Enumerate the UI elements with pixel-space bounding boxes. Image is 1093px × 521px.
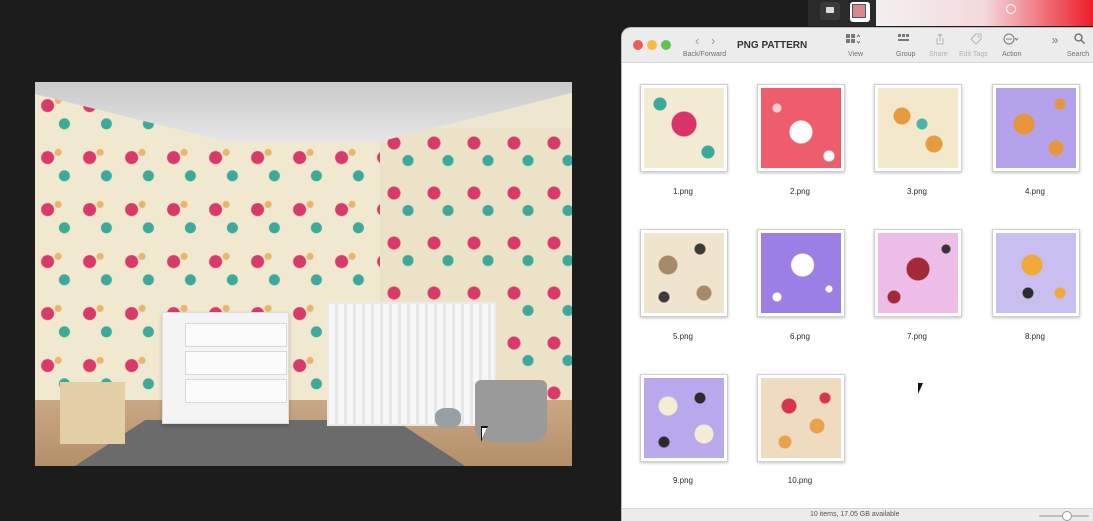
file-name-label[interactable]: 10.png bbox=[757, 476, 843, 485]
file-name-label[interactable]: 1.png bbox=[640, 187, 726, 196]
action-label: Action bbox=[1002, 51, 1022, 58]
pattern-preview-image bbox=[644, 378, 724, 458]
file-thumbnail-9[interactable] bbox=[640, 374, 728, 462]
window-title: PNG PATTERN bbox=[737, 40, 808, 51]
file-name-label[interactable]: 8.png bbox=[992, 332, 1078, 341]
finder-status-bar: 10 items, 17.05 GB available bbox=[622, 508, 1093, 521]
forward-chevron-icon[interactable]: › bbox=[711, 33, 715, 48]
share-icon[interactable] bbox=[933, 33, 947, 45]
pattern-preview-image bbox=[996, 233, 1076, 313]
file-name-label[interactable]: 9.png bbox=[640, 476, 726, 485]
search-icon[interactable] bbox=[1072, 33, 1086, 45]
dresser-drawer bbox=[185, 323, 287, 347]
mouse-cursor-icon bbox=[481, 426, 488, 442]
file-thumbnail-1[interactable] bbox=[640, 84, 728, 172]
view-label: View bbox=[848, 51, 864, 58]
white-crib bbox=[327, 302, 496, 426]
group-label: Group bbox=[896, 51, 916, 58]
pattern-preview-image bbox=[644, 233, 724, 313]
file-thumbnail-3[interactable] bbox=[874, 84, 962, 172]
back-forward-label: Back/Forward bbox=[683, 51, 727, 58]
finder-window: ‹ › Back/Forward PNG PATTERN View Group … bbox=[621, 27, 1093, 521]
file-name-label[interactable]: 6.png bbox=[757, 332, 843, 341]
file-thumbnail-10[interactable] bbox=[757, 374, 845, 462]
pattern-preview-image bbox=[644, 88, 724, 168]
white-dresser bbox=[162, 312, 289, 424]
action-ellipsis-icon[interactable] bbox=[1003, 33, 1019, 45]
group-icon[interactable] bbox=[898, 33, 912, 45]
file-name-label[interactable]: 3.png bbox=[874, 187, 960, 196]
file-name-label[interactable]: 5.png bbox=[640, 332, 726, 341]
file-name-label[interactable]: 4.png bbox=[992, 187, 1078, 196]
file-thumbnail-4[interactable] bbox=[992, 84, 1080, 172]
edit-tags-label: Edit Tags bbox=[959, 51, 988, 58]
more-chevrons-icon[interactable]: » bbox=[1048, 34, 1062, 46]
maximize-window-button[interactable] bbox=[661, 40, 671, 50]
view-grid-icon[interactable] bbox=[846, 33, 861, 45]
finder-toolbar: ‹ › Back/Forward PNG PATTERN View Group … bbox=[622, 28, 1093, 63]
search-label: Search bbox=[1067, 51, 1090, 58]
share-label: Share bbox=[929, 51, 948, 58]
file-thumbnail-7[interactable] bbox=[874, 229, 962, 317]
color-swatch[interactable] bbox=[850, 2, 870, 22]
nursery-mockup-preview bbox=[35, 82, 572, 466]
pattern-preview-image bbox=[761, 233, 841, 313]
pattern-preview-image bbox=[761, 88, 841, 168]
close-window-button[interactable] bbox=[633, 40, 643, 50]
file-thumbnail-8[interactable] bbox=[992, 229, 1080, 317]
pattern-preview-image bbox=[878, 233, 958, 313]
dresser-drawer bbox=[185, 379, 287, 403]
minimize-window-button[interactable] bbox=[647, 40, 657, 50]
pattern-preview-image bbox=[996, 88, 1076, 168]
file-name-label[interactable]: 2.png bbox=[757, 187, 843, 196]
file-thumbnail-2[interactable] bbox=[757, 84, 845, 172]
dresser-drawer bbox=[185, 351, 287, 375]
file-thumbnail-6[interactable] bbox=[757, 229, 845, 317]
finder-mouse-cursor-icon bbox=[918, 383, 923, 394]
color-picker-ramp[interactable] bbox=[876, 0, 1093, 26]
file-icon-grid: 1.png 2.png 3.png 4.png 5.png 6.png 7.pn… bbox=[622, 63, 1093, 508]
pattern-preview-image bbox=[761, 378, 841, 458]
comment-icon[interactable] bbox=[820, 2, 840, 20]
status-text: 10 items, 17.05 GB available bbox=[810, 511, 900, 518]
toy-elephant bbox=[435, 408, 461, 428]
tag-icon[interactable] bbox=[969, 33, 983, 45]
file-thumbnail-5[interactable] bbox=[640, 229, 728, 317]
file-name-label[interactable]: 7.png bbox=[874, 332, 960, 341]
pattern-preview-image bbox=[878, 88, 958, 168]
back-chevron-icon[interactable]: ‹ bbox=[695, 33, 699, 48]
wooden-stool bbox=[60, 382, 125, 444]
